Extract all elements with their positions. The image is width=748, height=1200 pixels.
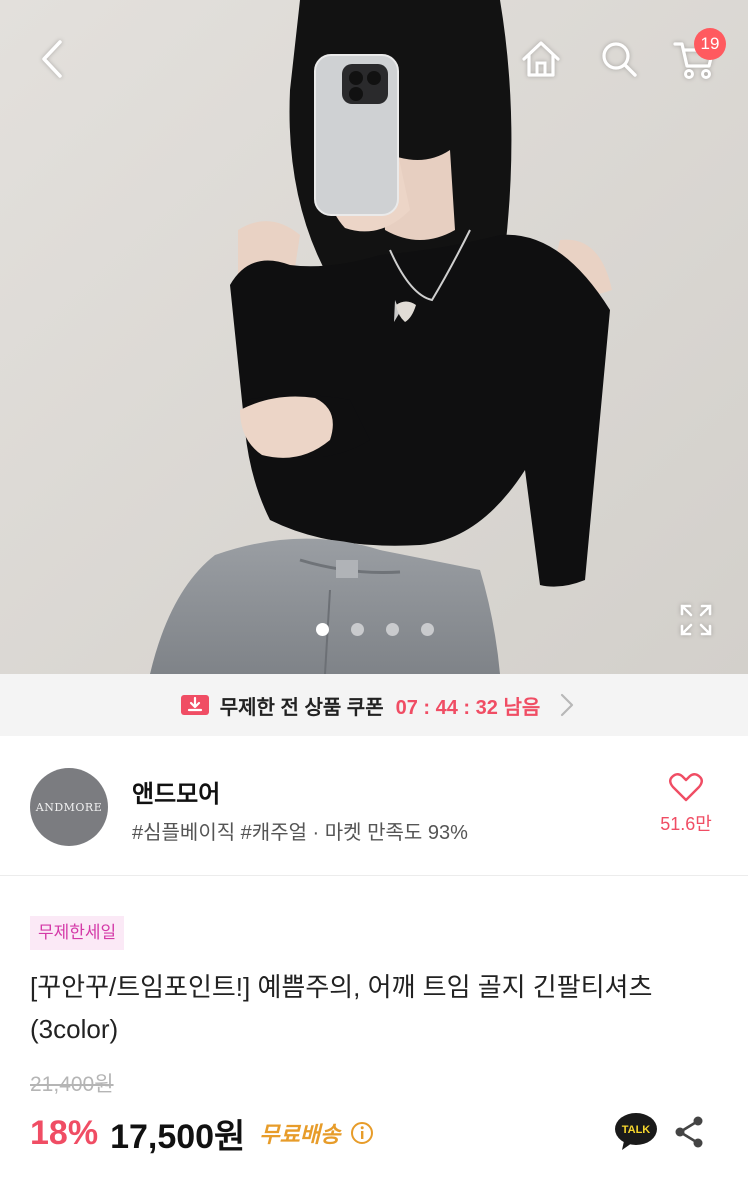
talk-icon: TALK xyxy=(615,1113,657,1150)
top-navigation-bar: 19 xyxy=(0,0,748,120)
gallery-pagination xyxy=(316,623,434,636)
like-count: 51.6만 xyxy=(660,814,712,834)
product-image-gallery[interactable]: 19 xyxy=(0,0,748,674)
home-icon xyxy=(522,41,560,77)
info-icon xyxy=(351,1122,374,1144)
pagination-dot-3[interactable] xyxy=(386,623,399,636)
seller-tags: #심플베이직 #캐주얼 · 마켓 만족도 93% xyxy=(132,822,468,844)
search-button[interactable] xyxy=(594,34,644,84)
price-row: 18% 17,500원 무료배송 xyxy=(30,1108,374,1158)
heart-icon xyxy=(669,773,703,802)
back-button[interactable] xyxy=(28,34,78,84)
kakao-talk-button[interactable]: TALK xyxy=(614,1112,658,1152)
seller-logo[interactable]: ANDMORE xyxy=(30,768,108,846)
coupon-download-icon xyxy=(180,695,209,715)
coupon-label: 무제한 전 상품 쿠폰 xyxy=(219,696,384,719)
expand-image-button[interactable] xyxy=(676,600,716,640)
seller-name[interactable]: 앤드모어 xyxy=(132,774,220,809)
shipping-info-button[interactable] xyxy=(350,1121,374,1145)
seller-logo-text: ANDMORE xyxy=(35,800,103,814)
share-button[interactable] xyxy=(672,1114,706,1150)
free-shipping-label: 무료배송 xyxy=(259,1122,341,1147)
share-icon xyxy=(675,1116,703,1148)
pagination-dot-2[interactable] xyxy=(351,623,364,636)
cart-count-badge: 19 xyxy=(694,28,726,60)
pagination-dot-4[interactable] xyxy=(421,623,434,636)
original-price: 21,400원 xyxy=(30,1073,114,1096)
discount-rate: 18% xyxy=(30,1113,99,1152)
coupon-timer: 07 : 44 : 32 남음 xyxy=(395,696,541,719)
search-icon xyxy=(602,42,637,77)
pagination-dot-1[interactable] xyxy=(316,623,329,636)
home-button[interactable] xyxy=(516,34,566,84)
sale-price: 17,500원 xyxy=(110,1117,246,1156)
product-title: [꾸안꾸/트임포인트!] 예쁨주의, 어깨 트임 골지 긴팔티셔츠 (3colo… xyxy=(30,972,653,1044)
sale-badge: 무제한세일 xyxy=(30,916,125,950)
chevron-right-icon xyxy=(561,693,574,717)
like-store-button[interactable]: 51.6만 xyxy=(650,772,722,852)
coupon-banner[interactable]: 무제한 전 상품 쿠폰 07 : 44 : 32 남음 xyxy=(0,674,748,736)
chevron-left-icon xyxy=(42,40,62,78)
talk-label: TALK xyxy=(622,1124,651,1136)
seller-section: ANDMORE 앤드모어 #심플베이직 #캐주얼 · 마켓 만족도 93% 51… xyxy=(0,736,748,876)
expand-icon xyxy=(680,604,712,636)
